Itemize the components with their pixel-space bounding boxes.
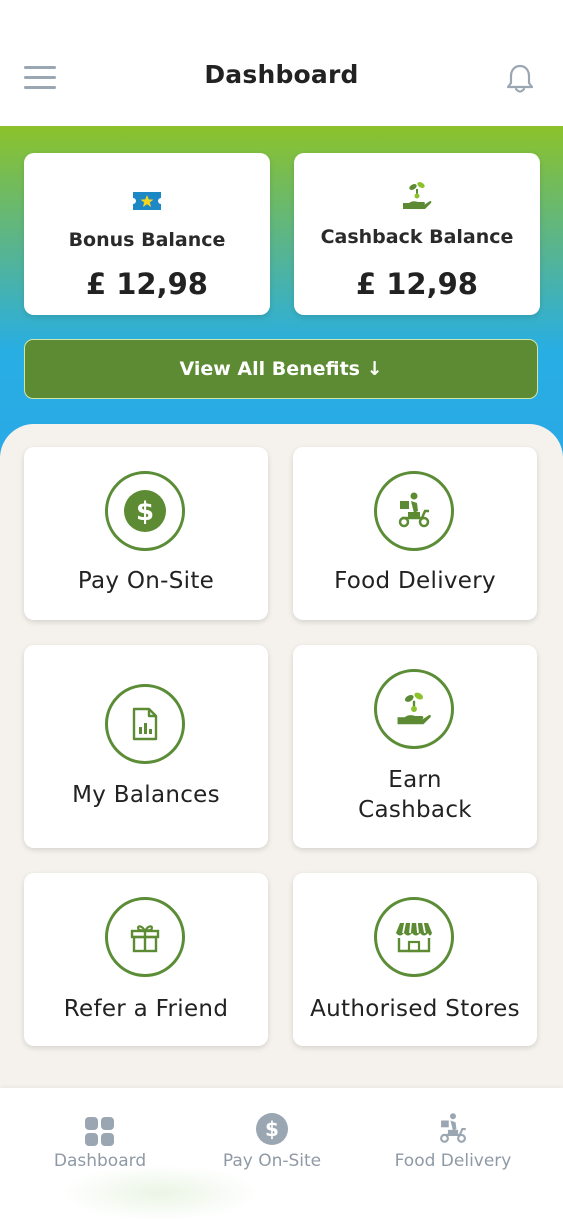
refer-a-friend-label: Refer a Friend bbox=[63, 996, 229, 1022]
my-balances-tile[interactable]: My Balances bbox=[24, 645, 268, 848]
dollar-circle-icon: $ bbox=[105, 471, 185, 551]
document-chart-icon bbox=[105, 684, 185, 764]
cashback-balance-card[interactable]: Cashback Balance £ 12,98 bbox=[294, 153, 540, 315]
nav-label-food-delivery: Food Delivery bbox=[394, 1151, 512, 1171]
view-all-benefits-button[interactable]: View All Benefits ↓ bbox=[24, 339, 538, 399]
food-delivery-label: Food Delivery bbox=[334, 568, 496, 594]
earn-cashback-label-line1: Earn bbox=[388, 767, 442, 793]
my-balances-label: My Balances bbox=[72, 782, 220, 808]
earn-cashback-label-line2: Cashback bbox=[358, 797, 472, 823]
scooter-delivery-icon bbox=[383, 1110, 523, 1146]
refer-a-friend-tile[interactable]: Refer a Friend bbox=[24, 873, 268, 1046]
svg-text:$: $ bbox=[136, 497, 154, 527]
page-title: Dashboard bbox=[204, 60, 359, 89]
earn-cashback-label: Earn Cashback bbox=[293, 765, 537, 825]
bonus-balance-amount: £ 12,98 bbox=[85, 267, 208, 301]
scooter-delivery-icon bbox=[374, 471, 454, 551]
bonus-balance-label: Bonus Balance bbox=[68, 229, 226, 251]
authorised-stores-label: Authorised Stores bbox=[310, 996, 520, 1022]
ticket-star-icon bbox=[24, 183, 270, 217]
gift-icon bbox=[105, 897, 185, 977]
grid-icon bbox=[30, 1110, 170, 1146]
cashback-balance-label: Cashback Balance bbox=[320, 226, 514, 248]
pay-on-site-label: Pay On-Site bbox=[77, 568, 215, 594]
earn-cashback-tile[interactable]: Earn Cashback bbox=[293, 645, 537, 848]
cashback-balance-amount: £ 12,98 bbox=[355, 267, 478, 301]
storefront-icon bbox=[374, 897, 454, 977]
nav-glow-decoration bbox=[60, 1165, 260, 1221]
dollar-circle-icon: $ bbox=[202, 1110, 342, 1146]
hand-sprout-icon bbox=[374, 669, 454, 749]
authorised-stores-tile[interactable]: Authorised Stores bbox=[293, 873, 537, 1046]
nav-item-food-delivery[interactable]: Food Delivery bbox=[383, 1088, 523, 1221]
bonus-balance-card[interactable]: Bonus Balance £ 12,98 bbox=[24, 153, 270, 315]
pay-on-site-tile[interactable]: $ Pay On-Site bbox=[24, 447, 268, 620]
svg-text:$: $ bbox=[265, 1117, 279, 1141]
food-delivery-tile[interactable]: Food Delivery bbox=[293, 447, 537, 620]
bell-icon[interactable] bbox=[503, 62, 537, 96]
top-app-bar: Dashboard bbox=[0, 0, 563, 126]
hand-sprout-icon bbox=[294, 179, 540, 213]
